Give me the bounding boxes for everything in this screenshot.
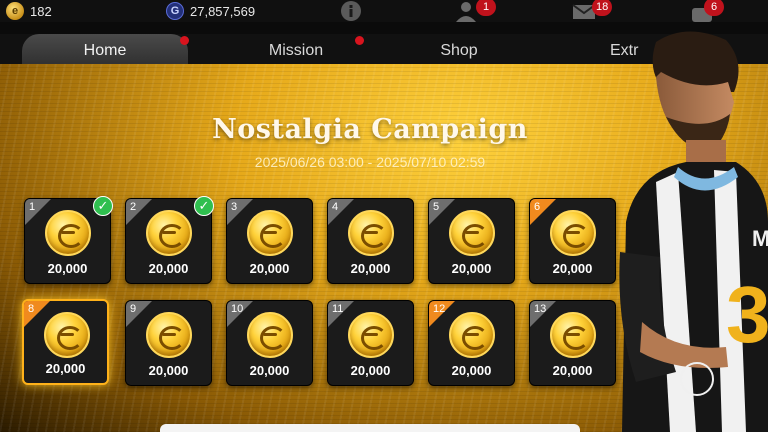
reward-day-number: 2 bbox=[130, 201, 137, 213]
reward-amount: 20,000 bbox=[249, 261, 290, 276]
scroll-handle[interactable] bbox=[680, 362, 714, 396]
claimed-check-icon: ✓ bbox=[194, 196, 214, 216]
claimed-check-icon: ✓ bbox=[93, 196, 113, 216]
reward-amount: 20,000 bbox=[148, 261, 189, 276]
efootball-coin-icon bbox=[146, 210, 192, 256]
efootball-coin-icon bbox=[45, 210, 91, 256]
efootball-coin-icon bbox=[348, 210, 394, 256]
reward-day-number: 10 bbox=[231, 303, 244, 315]
efootball-coin-icon: e bbox=[6, 2, 24, 20]
reward-day-number: 12 bbox=[433, 303, 446, 315]
info-icon bbox=[341, 1, 361, 21]
reward-card[interactable]: 11 20,000 bbox=[327, 300, 414, 386]
info-button[interactable] bbox=[340, 0, 362, 22]
status-bar: e 182 G 27,857,569 1 18 6 bbox=[0, 0, 768, 22]
reward-amount: 20,000 bbox=[552, 363, 593, 378]
reward-day-number: 9 bbox=[130, 303, 137, 315]
reward-amount: 20,000 bbox=[45, 361, 86, 376]
reward-day-number: 13 bbox=[534, 303, 547, 315]
reward-day-number: 1 bbox=[29, 201, 36, 213]
efootball-coin-icon bbox=[44, 312, 90, 358]
mail-badge: 18 bbox=[592, 0, 613, 16]
reward-amount: 20,000 bbox=[552, 261, 593, 276]
reward-card[interactable]: 6 20,000 bbox=[529, 198, 616, 284]
reward-card[interactable]: 10 20,000 bbox=[226, 300, 313, 386]
gp-counter[interactable]: G 27,857,569 bbox=[166, 0, 255, 22]
reward-amount: 20,000 bbox=[350, 363, 391, 378]
efootball-coin-icon bbox=[550, 210, 596, 256]
reward-amount: 20,000 bbox=[451, 261, 492, 276]
reward-amount: 20,000 bbox=[47, 261, 88, 276]
reward-day-number: 11 bbox=[332, 303, 344, 315]
shirt-letter: M bbox=[752, 226, 768, 251]
tab-mission-label: Mission bbox=[268, 42, 324, 59]
efootball-coin-icon bbox=[348, 312, 394, 358]
tab-shop-label: Shop bbox=[440, 42, 478, 59]
reward-day-number: 4 bbox=[332, 201, 339, 213]
reward-day-number: 6 bbox=[534, 201, 541, 213]
campaign-period: 2025/06/26 03:00 - 2025/07/10 02:59 bbox=[254, 154, 486, 170]
reward-amount: 20,000 bbox=[451, 363, 492, 378]
reward-card[interactable]: 12 20,000 bbox=[428, 300, 515, 386]
gp-icon: G bbox=[166, 2, 184, 20]
notifications-button[interactable]: 6 bbox=[690, 0, 724, 22]
reward-card[interactable]: 8 20,000 bbox=[22, 299, 109, 385]
efootball-coin-icon bbox=[449, 210, 495, 256]
efootball-coin-icon bbox=[449, 312, 495, 358]
coins-counter[interactable]: e 182 bbox=[6, 0, 52, 22]
reward-day-number: 5 bbox=[433, 201, 440, 213]
home-alert-dot bbox=[180, 36, 189, 45]
friends-button[interactable]: 1 bbox=[454, 0, 496, 22]
tab-home-label: Home bbox=[83, 42, 127, 59]
reward-card[interactable]: 5 20,000 bbox=[428, 198, 515, 284]
shirt-number: 3 bbox=[726, 270, 768, 359]
reward-amount: 20,000 bbox=[350, 261, 391, 276]
tab-shop[interactable]: Shop bbox=[392, 34, 526, 68]
reward-day-number: 8 bbox=[28, 303, 35, 315]
friends-badge: 1 bbox=[476, 0, 496, 16]
tab-home[interactable]: Home bbox=[22, 34, 188, 68]
reward-card[interactable]: 9 20,000 bbox=[125, 300, 212, 386]
efootball-coin-icon bbox=[247, 210, 293, 256]
coins-value: 182 bbox=[30, 3, 52, 19]
reward-card[interactable]: 4 20,000 bbox=[327, 198, 414, 284]
mission-alert-dot bbox=[355, 36, 364, 45]
reward-amount: 20,000 bbox=[249, 363, 290, 378]
campaign-title: Nostalgia Campaign bbox=[212, 114, 528, 145]
reward-day-number: 3 bbox=[231, 201, 238, 213]
bottom-action-button[interactable] bbox=[160, 424, 580, 432]
mail-button[interactable]: 18 bbox=[572, 0, 613, 22]
efootball-coin-icon bbox=[146, 312, 192, 358]
gp-value: 27,857,569 bbox=[190, 3, 256, 19]
efootball-coin-icon bbox=[247, 312, 293, 358]
efootball-coin-icon bbox=[550, 312, 596, 358]
reward-amount: 20,000 bbox=[148, 363, 189, 378]
reward-card[interactable]: 13 20,000 bbox=[529, 300, 616, 386]
reward-card[interactable]: 3 20,000 bbox=[226, 198, 313, 284]
notifications-badge: 6 bbox=[704, 0, 724, 16]
